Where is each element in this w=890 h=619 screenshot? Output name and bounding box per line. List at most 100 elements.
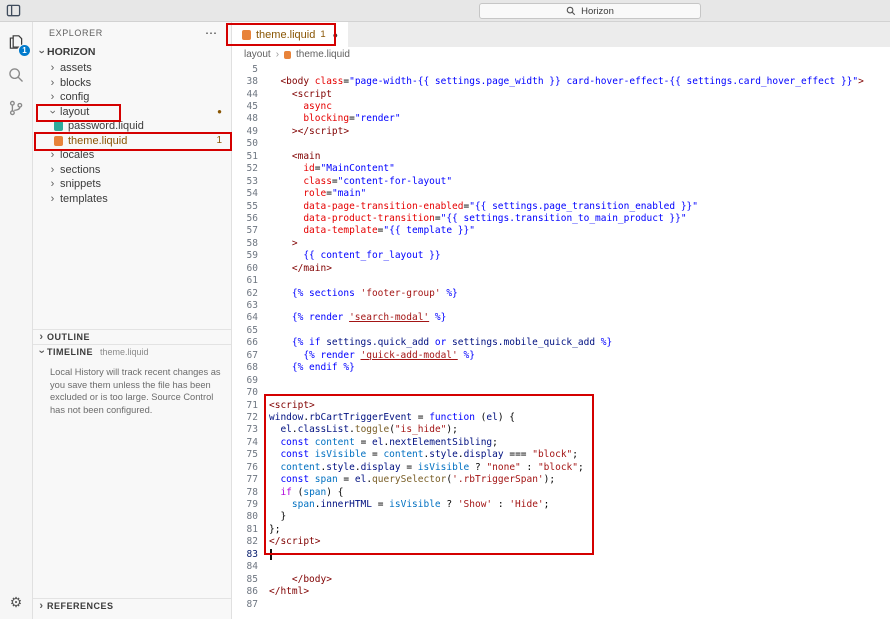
breadcrumb-folder[interactable]: layout [244, 49, 271, 60]
application-menu-icon[interactable] [6, 3, 21, 18]
token: = [366, 449, 384, 461]
timeline-section-header[interactable]: › TIMELINE theme.liquid [33, 344, 231, 359]
code-line-86[interactable]: 86 </html> [232, 585, 890, 597]
line-content: const content = el.nextElementSibling; [269, 437, 497, 448]
token: classList [297, 424, 350, 436]
code-line-83[interactable]: 83 [232, 548, 890, 560]
token: content [280, 461, 321, 473]
code-line-87[interactable]: 87 [232, 598, 890, 610]
code-line-5[interactable]: 5 [232, 63, 890, 75]
code-line-60[interactable]: 60 </main> [232, 262, 890, 274]
code-line-72[interactable]: 72 window.rbCartTriggerEvent = function (… [232, 411, 890, 423]
token: 'search-modal' [349, 312, 430, 324]
breadcrumb-file[interactable]: theme.liquid [296, 49, 350, 60]
file-label: sections [60, 163, 101, 176]
token: display [360, 461, 401, 473]
tree-item-password-liquid[interactable]: password.liquid [33, 119, 231, 134]
code-line-50[interactable]: 50 [232, 138, 890, 150]
token: ? [440, 499, 458, 511]
code-line-59[interactable]: 59 {{ content_for_layout }} [232, 250, 890, 262]
unsaved-dot-icon[interactable]: ● [333, 30, 338, 40]
token: %} [440, 287, 458, 299]
code-line-53[interactable]: 53 class="content-for-layout" [232, 175, 890, 187]
code-line-54[interactable]: 54 role="main" [232, 187, 890, 199]
code-line-56[interactable]: 56 data-product-transition="{{ settings.… [232, 212, 890, 224]
code-line-73[interactable]: 73 el.classList.toggle("is_hide"); [232, 424, 890, 436]
code-line-84[interactable]: 84 [232, 561, 890, 573]
explorer-icon[interactable]: 1 [4, 30, 31, 57]
tab-problem-badge: 1 [320, 29, 326, 40]
token: "main" [331, 188, 367, 200]
outline-section-header[interactable]: › OUTLINE [33, 329, 231, 344]
chevron-right-icon: › [39, 600, 44, 612]
code-line-67[interactable]: 67 {% render 'quick-add-modal' %} [232, 349, 890, 361]
token: %} [429, 312, 447, 324]
token: role [269, 188, 327, 200]
token: ); [543, 474, 556, 486]
settings-gear-icon[interactable]: ⚙ [4, 590, 28, 614]
code-line-62[interactable]: 62 {% sections 'footer-group' %} [232, 287, 890, 299]
search-activity-icon[interactable] [4, 63, 28, 87]
line-content: }; [269, 524, 280, 535]
code-line-38[interactable]: 38 <body class="page-width-{{ settings.p… [232, 75, 890, 87]
line-number: 49 [246, 125, 258, 137]
code-line-64[interactable]: 64 {% render 'search-modal' %} [232, 312, 890, 324]
token: <body [269, 76, 315, 88]
tree-item-assets[interactable]: › assets [33, 61, 231, 76]
tab-theme-liquid[interactable]: theme.liquid 1 ● [232, 22, 349, 47]
tree-item-blocks[interactable]: › blocks [33, 76, 231, 91]
code-line-71[interactable]: 71 <script> [232, 399, 890, 411]
code-line-57[interactable]: 57 data-template="{{ template }}" [232, 225, 890, 237]
code-line-49[interactable]: 49 ></script> [232, 125, 890, 137]
code-line-45[interactable]: 45 async [232, 100, 890, 112]
code-line-65[interactable]: 65 [232, 324, 890, 336]
code-line-48[interactable]: 48 blocking="render" [232, 113, 890, 125]
code-line-66[interactable]: 66 {% if settings.quick_add or settings.… [232, 337, 890, 349]
tree-item-snippets[interactable]: › snippets [33, 177, 231, 192]
tree-item-templates[interactable]: › templates [33, 192, 231, 207]
code-line-70[interactable]: 70 [232, 386, 890, 398]
token: {% render [269, 349, 361, 361]
tree-item-layout[interactable]: › layout ● [33, 105, 231, 120]
code-line-51[interactable]: 51 <main [232, 150, 890, 162]
code-line-76[interactable]: 76 content.style.display = isVisible ? "… [232, 461, 890, 473]
code-line-77[interactable]: 77 const span = el.querySelector('.rbTri… [232, 473, 890, 485]
source-control-icon[interactable] [4, 96, 28, 120]
tree-item-locales[interactable]: › locales [33, 148, 231, 163]
tree-item-sections[interactable]: › sections [33, 163, 231, 178]
code-line-79[interactable]: 79 span.innerHTML = isVisible ? 'Show' :… [232, 498, 890, 510]
project-section-header[interactable]: › HORIZON [33, 43, 231, 60]
code-line-75[interactable]: 75 const isVisible = content.style.displ… [232, 449, 890, 461]
tree-item-theme-liquid[interactable]: theme.liquid 1 [33, 134, 231, 149]
token: isVisible [389, 499, 441, 511]
references-section-header[interactable]: › REFERENCES [33, 598, 231, 613]
code-line-85[interactable]: 85 </body> [232, 573, 890, 585]
code-line-69[interactable]: 69 [232, 374, 890, 386]
command-center-search[interactable]: Horizon [479, 3, 701, 19]
code-line-52[interactable]: 52 id="MainContent" [232, 163, 890, 175]
token: === [503, 449, 533, 461]
token: = [337, 474, 355, 486]
code-line-78[interactable]: 78 if (span) { [232, 486, 890, 498]
tree-item-config[interactable]: › config [33, 90, 231, 105]
code-line-68[interactable]: 68 {% endif %} [232, 362, 890, 374]
code-line-55[interactable]: 55 data-page-transition-enabled="{{ sett… [232, 200, 890, 212]
code-line-74[interactable]: 74 const content = el.nextElementSibling… [232, 436, 890, 448]
code-line-81[interactable]: 81}; [232, 523, 890, 535]
line-number: 72 [246, 411, 258, 423]
chevron-down-icon: › [35, 349, 48, 355]
code-line-44[interactable]: 44 <script [232, 88, 890, 100]
token: rbCartTriggerEvent [309, 411, 413, 423]
token: isVisible [417, 461, 470, 473]
sidebar-title-label: EXPLORER [49, 27, 103, 38]
code-line-80[interactable]: 80 } [232, 511, 890, 523]
code-line-58[interactable]: 58 > [232, 237, 890, 249]
git-modified-dot-icon: ● [217, 107, 222, 117]
code-line-63[interactable]: 63 [232, 299, 890, 311]
more-actions-icon[interactable]: ⋯ [205, 26, 217, 40]
code-line-61[interactable]: 61 [232, 274, 890, 286]
token: settings.quick_add [326, 337, 430, 349]
code-line-82[interactable]: 82 </script> [232, 536, 890, 548]
token: = [372, 499, 390, 511]
